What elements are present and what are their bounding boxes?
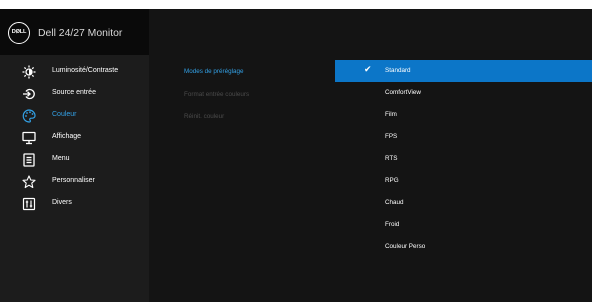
sidebar-item-label: Luminosité/Contraste bbox=[52, 66, 119, 74]
option-label: Film bbox=[385, 110, 397, 118]
option-label: Couleur Perso bbox=[385, 242, 426, 250]
sidebar-item-color[interactable]: Couleur bbox=[0, 105, 149, 127]
sidebar-item-label: Personnaliser bbox=[52, 176, 95, 184]
option-label: Chaud bbox=[385, 198, 404, 206]
sidebar-item-label: Menu bbox=[52, 154, 70, 162]
sidebar-item-label: Affichage bbox=[52, 132, 82, 140]
sidebar-item-label: Divers bbox=[52, 198, 72, 206]
osd-header: DØLL Dell 24/27 Monitor bbox=[0, 9, 149, 55]
sidebar-item-label: Couleur bbox=[52, 110, 77, 118]
options-panel: ✔ Standard ComfortView Film FPS RTS RPG … bbox=[335, 9, 592, 302]
option-couleur-perso[interactable]: Couleur Perso bbox=[335, 236, 592, 258]
option-rts[interactable]: RTS bbox=[335, 148, 592, 170]
osd-window: DØLL Dell 24/27 Monitor Luminosité/Contr… bbox=[0, 9, 592, 302]
checkmark-icon: ✔ bbox=[364, 64, 372, 74]
sidebar-item-others[interactable]: Divers bbox=[0, 193, 149, 215]
menu-icon bbox=[22, 153, 36, 167]
others-icon bbox=[22, 197, 36, 211]
option-fps[interactable]: FPS bbox=[335, 126, 592, 148]
star-icon bbox=[22, 175, 36, 189]
submenu-panel: Modes de préréglage Format entrée couleu… bbox=[149, 9, 335, 302]
submenu-item-input-color-format: Format entrée couleurs bbox=[184, 91, 250, 98]
option-film[interactable]: Film bbox=[335, 104, 592, 126]
main-menu-sidebar: DØLL Dell 24/27 Monitor Luminosité/Contr… bbox=[0, 9, 149, 302]
dell-logo-icon: DØLL bbox=[8, 22, 30, 44]
submenu-item-preset-modes[interactable]: Modes de préréglage bbox=[184, 68, 244, 75]
option-standard[interactable]: ✔ Standard bbox=[335, 60, 592, 82]
option-froid[interactable]: Froid bbox=[335, 214, 592, 236]
option-comfortview[interactable]: ComfortView bbox=[335, 82, 592, 104]
display-icon bbox=[22, 131, 36, 145]
option-label: Froid bbox=[385, 220, 400, 228]
sidebar-item-label: Source entrée bbox=[52, 88, 96, 96]
sidebar-item-personalize[interactable]: Personnaliser bbox=[0, 171, 149, 193]
option-label: ComfortView bbox=[385, 88, 421, 96]
color-palette-icon bbox=[22, 109, 36, 123]
monitor-title: Dell 24/27 Monitor bbox=[38, 28, 123, 39]
option-label: Standard bbox=[385, 66, 411, 74]
sidebar-item-brightness-contrast[interactable]: Luminosité/Contraste bbox=[0, 61, 149, 83]
submenu-item-reset-color: Réinit. couleur bbox=[184, 113, 225, 120]
input-source-icon bbox=[22, 87, 36, 101]
sidebar-item-input-source[interactable]: Source entrée bbox=[0, 83, 149, 105]
sidebar-item-menu[interactable]: Menu bbox=[0, 149, 149, 171]
option-chaud[interactable]: Chaud bbox=[335, 192, 592, 214]
brightness-icon bbox=[22, 65, 36, 79]
sidebar-item-display[interactable]: Affichage bbox=[0, 127, 149, 149]
option-rpg[interactable]: RPG bbox=[335, 170, 592, 192]
option-label: RTS bbox=[385, 154, 398, 162]
option-label: RPG bbox=[385, 176, 399, 184]
option-label: FPS bbox=[385, 132, 398, 140]
